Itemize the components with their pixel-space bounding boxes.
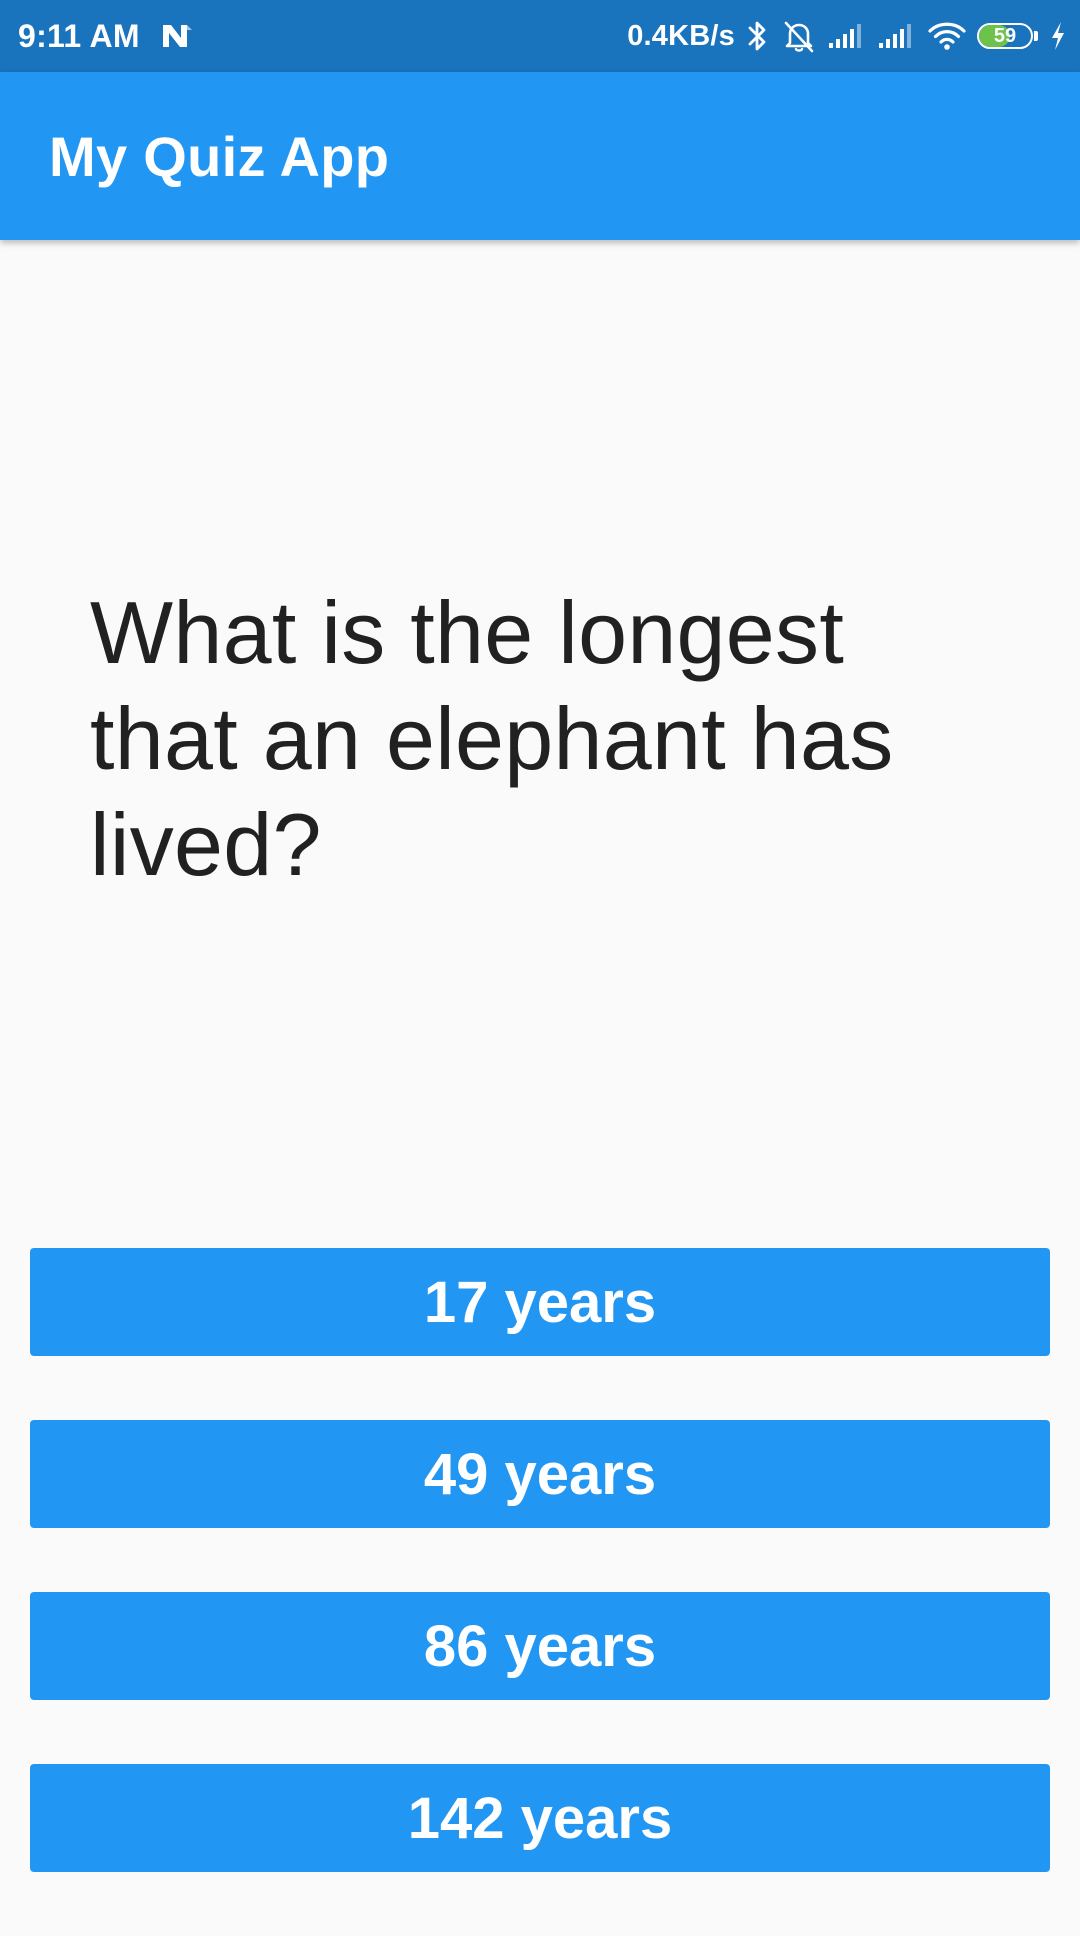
app-title: My Quiz App [49,124,390,188]
answer-list: 17 years 49 years 86 years 142 years [30,1248,1050,1936]
battery-body: 59 [977,23,1033,49]
bell-muted-icon [781,18,817,54]
battery-percent: 59 [993,25,1017,47]
answer-button-49-years[interactable]: 49 years [30,1420,1050,1528]
status-bar: 9:11 AM 0.4KB/s 59 [0,0,1080,72]
answer-button-86-years[interactable]: 86 years [30,1592,1050,1700]
battery-icon: 59 [977,23,1038,49]
signal-icon [827,21,867,51]
wifi-icon [927,20,967,52]
answer-button-142-years[interactable]: 142 years [30,1764,1050,1872]
signal-icon [877,21,917,51]
bluetooth-icon [745,19,771,53]
battery-tip [1034,31,1038,41]
network-speed: 0.4KB/s [627,19,735,52]
status-right: 0.4KB/s 59 [627,0,1068,72]
answer-button-17-years[interactable]: 17 years [30,1248,1050,1356]
n-notification-icon [160,21,194,51]
app-bar: My Quiz App [0,72,1080,240]
status-time: 9:11 AM [18,17,140,54]
question-text: What is the longest that an elephant has… [90,583,894,894]
status-left: 9:11 AM [18,0,194,72]
charging-icon [1048,19,1068,53]
